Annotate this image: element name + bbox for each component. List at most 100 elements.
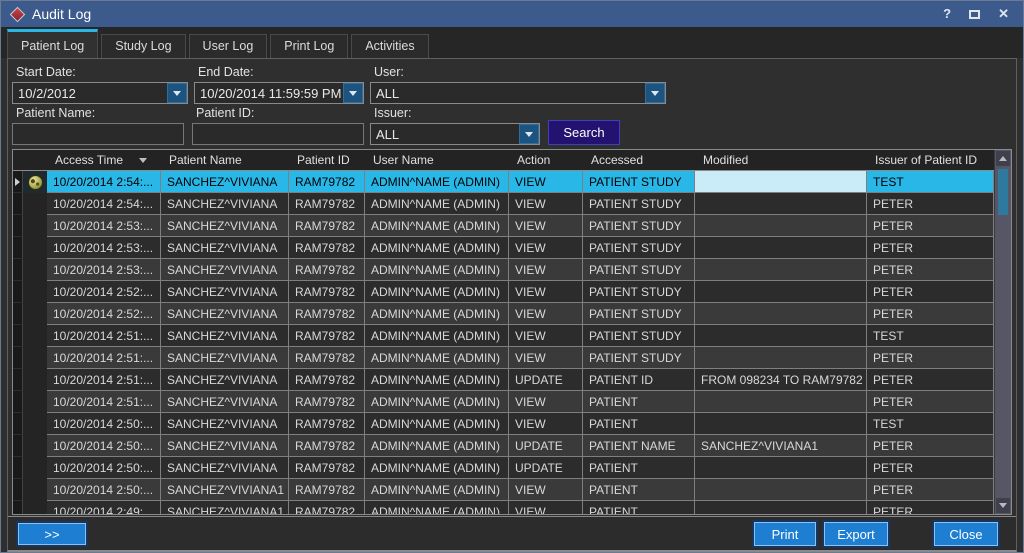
cell-patient-name[interactable]: SANCHEZ^VIVIANA [161, 369, 289, 391]
cell-accessed[interactable]: PATIENT STUDY [583, 237, 695, 259]
table-row[interactable]: 10/20/2014 2:51:... SANCHEZ^VIVIANA RAM7… [13, 347, 994, 369]
cell-user-name[interactable]: ADMIN^NAME (ADMIN) [365, 215, 509, 237]
cell-issuer[interactable]: PETER [867, 501, 994, 514]
table-row[interactable]: 10/20/2014 2:50:... SANCHEZ^VIVIANA RAM7… [13, 457, 994, 479]
end-date-combobox[interactable]: 10/20/2014 11:59:59 PM [194, 82, 364, 104]
table-row[interactable]: 10/20/2014 2:53:... SANCHEZ^VIVIANA RAM7… [13, 259, 994, 281]
column-accessed[interactable]: Accessed [583, 150, 695, 170]
cell-access-time[interactable]: 10/20/2014 2:53:... [47, 237, 161, 259]
cell-patient-id[interactable]: RAM79782 [289, 479, 365, 501]
cell-patient-id[interactable]: RAM79782 [289, 391, 365, 413]
cell-issuer[interactable]: PETER [867, 435, 994, 457]
cell-patient-id[interactable]: RAM79782 [289, 259, 365, 281]
cell-patient-id[interactable]: RAM79782 [289, 325, 365, 347]
cell-access-time[interactable]: 10/20/2014 2:54:... [47, 171, 161, 193]
cell-action[interactable]: VIEW [509, 259, 583, 281]
cell-user-name[interactable]: ADMIN^NAME (ADMIN) [365, 347, 509, 369]
cell-access-time[interactable]: 10/20/2014 2:53:... [47, 215, 161, 237]
cell-patient-name[interactable]: SANCHEZ^VIVIANA1 [161, 501, 289, 514]
close-icon[interactable]: ✕ [998, 7, 1009, 21]
cell-modified[interactable] [695, 391, 867, 413]
cell-patient-id[interactable]: RAM79782 [289, 501, 365, 514]
cell-action[interactable]: VIEW [509, 347, 583, 369]
chevron-down-icon[interactable] [645, 83, 665, 103]
cell-accessed[interactable]: PATIENT NAME [583, 435, 695, 457]
cell-patient-name[interactable]: SANCHEZ^VIVIANA [161, 347, 289, 369]
chevron-down-icon[interactable] [519, 124, 539, 144]
cell-access-time[interactable]: 10/20/2014 2:51:... [47, 325, 161, 347]
cell-user-name[interactable]: ADMIN^NAME (ADMIN) [365, 501, 509, 514]
column-patient-id[interactable]: Patient ID [289, 150, 365, 170]
cell-action[interactable]: VIEW [509, 171, 583, 193]
table-row[interactable]: 10/20/2014 2:51:... SANCHEZ^VIVIANA RAM7… [13, 391, 994, 413]
tab-print-log[interactable]: Print Log [270, 34, 348, 58]
cell-access-time[interactable]: 10/20/2014 2:50:... [47, 413, 161, 435]
cell-access-time[interactable]: 10/20/2014 2:50:... [47, 479, 161, 501]
cell-modified[interactable] [695, 413, 867, 435]
table-row[interactable]: 10/20/2014 2:52:... SANCHEZ^VIVIANA RAM7… [13, 303, 994, 325]
cell-access-time[interactable]: 10/20/2014 2:53:... [47, 259, 161, 281]
cell-modified[interactable] [695, 325, 867, 347]
cell-action[interactable]: VIEW [509, 391, 583, 413]
column-action[interactable]: Action [509, 150, 583, 170]
cell-modified[interactable]: SANCHEZ^VIVIANA1 [695, 435, 867, 457]
start-date-combobox[interactable]: 10/2/2012 [12, 82, 188, 104]
cell-access-time[interactable]: 10/20/2014 2:50:... [47, 457, 161, 479]
cell-user-name[interactable]: ADMIN^NAME (ADMIN) [365, 413, 509, 435]
expand-button[interactable]: >> [18, 523, 86, 545]
cell-user-name[interactable]: ADMIN^NAME (ADMIN) [365, 259, 509, 281]
cell-modified[interactable] [695, 281, 867, 303]
cell-issuer[interactable]: PETER [867, 259, 994, 281]
user-combobox[interactable]: ALL [370, 82, 666, 104]
chevron-down-icon[interactable] [167, 83, 187, 103]
cell-accessed[interactable]: PATIENT STUDY [583, 193, 695, 215]
table-row[interactable]: 10/20/2014 2:50:... SANCHEZ^VIVIANA RAM7… [13, 435, 994, 457]
cell-issuer[interactable]: PETER [867, 193, 994, 215]
cell-patient-name[interactable]: SANCHEZ^VIVIANA [161, 413, 289, 435]
vertical-scrollbar[interactable] [994, 150, 1011, 514]
cell-patient-name[interactable]: SANCHEZ^VIVIANA [161, 391, 289, 413]
cell-patient-id[interactable]: RAM79782 [289, 413, 365, 435]
cell-accessed[interactable]: PATIENT [583, 391, 695, 413]
cell-user-name[interactable]: ADMIN^NAME (ADMIN) [365, 171, 509, 193]
table-row[interactable]: 10/20/2014 2:51:... SANCHEZ^VIVIANA RAM7… [13, 325, 994, 347]
table-row[interactable]: 10/20/2014 2:54:... SANCHEZ^VIVIANA RAM7… [13, 193, 994, 215]
cell-patient-id[interactable]: RAM79782 [289, 171, 365, 193]
cell-user-name[interactable]: ADMIN^NAME (ADMIN) [365, 391, 509, 413]
column-access-time[interactable]: Access Time [47, 150, 161, 170]
help-icon[interactable]: ? [943, 7, 951, 21]
cell-user-name[interactable]: ADMIN^NAME (ADMIN) [365, 435, 509, 457]
cell-patient-id[interactable]: RAM79782 [289, 215, 365, 237]
table-row[interactable]: 10/20/2014 2:52:... SANCHEZ^VIVIANA RAM7… [13, 281, 994, 303]
cell-issuer[interactable]: PETER [867, 215, 994, 237]
cell-patient-name[interactable]: SANCHEZ^VIVIANA [161, 193, 289, 215]
column-modified[interactable]: Modified [695, 150, 867, 170]
cell-accessed[interactable]: PATIENT STUDY [583, 215, 695, 237]
cell-access-time[interactable]: 10/20/2014 2:51:... [47, 391, 161, 413]
cell-patient-name[interactable]: SANCHEZ^VIVIANA [161, 457, 289, 479]
cell-issuer[interactable]: TEST [867, 413, 994, 435]
maximize-icon[interactable] [969, 10, 980, 19]
cell-user-name[interactable]: ADMIN^NAME (ADMIN) [365, 237, 509, 259]
cell-issuer[interactable]: PETER [867, 391, 994, 413]
cell-issuer[interactable]: PETER [867, 479, 994, 501]
cell-patient-name[interactable]: SANCHEZ^VIVIANA [161, 259, 289, 281]
table-row[interactable]: 10/20/2014 2:54:... SANCHEZ^VIVIANA RAM7… [13, 171, 994, 193]
export-button[interactable]: Export [824, 522, 888, 546]
cell-patient-name[interactable]: SANCHEZ^VIVIANA [161, 435, 289, 457]
issuer-combobox[interactable]: ALL [370, 123, 540, 145]
cell-accessed[interactable]: PATIENT STUDY [583, 347, 695, 369]
table-row[interactable]: 10/20/2014 2:49:... SANCHEZ^VIVIANA1 RAM… [13, 501, 994, 514]
cell-user-name[interactable]: ADMIN^NAME (ADMIN) [365, 193, 509, 215]
cell-patient-name[interactable]: SANCHEZ^VIVIANA [161, 215, 289, 237]
column-user-name[interactable]: User Name [365, 150, 509, 170]
cell-issuer[interactable]: PETER [867, 347, 994, 369]
cell-patient-id[interactable]: RAM79782 [289, 347, 365, 369]
cell-accessed[interactable]: PATIENT [583, 501, 695, 514]
scrollbar-thumb[interactable] [998, 169, 1008, 215]
cell-modified[interactable] [695, 457, 867, 479]
cell-user-name[interactable]: ADMIN^NAME (ADMIN) [365, 369, 509, 391]
cell-action[interactable]: VIEW [509, 413, 583, 435]
cell-action[interactable]: VIEW [509, 281, 583, 303]
cell-issuer[interactable]: PETER [867, 303, 994, 325]
